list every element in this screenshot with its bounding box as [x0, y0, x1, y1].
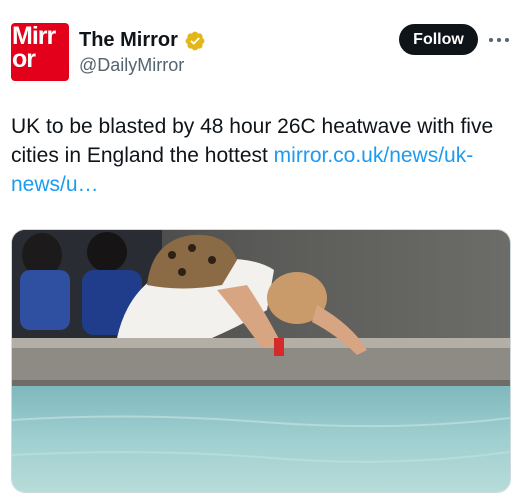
tweet-text: UK to be blasted by 48 hour 26C heatwave…	[11, 112, 511, 199]
tweet-photo[interactable]	[11, 229, 511, 493]
follow-button[interactable]: Follow	[399, 24, 478, 55]
photo-illustration	[12, 230, 510, 492]
more-icon	[489, 38, 509, 42]
avatar[interactable]: Mirr or	[11, 23, 69, 81]
display-name[interactable]: The Mirror	[79, 29, 178, 52]
handle[interactable]: @DailyMirror	[79, 55, 184, 76]
name-row: The Mirror	[79, 29, 206, 52]
mirror-logo: Mirr or	[12, 23, 56, 73]
more-button[interactable]	[486, 28, 512, 52]
verified-badge-icon	[185, 31, 205, 50]
